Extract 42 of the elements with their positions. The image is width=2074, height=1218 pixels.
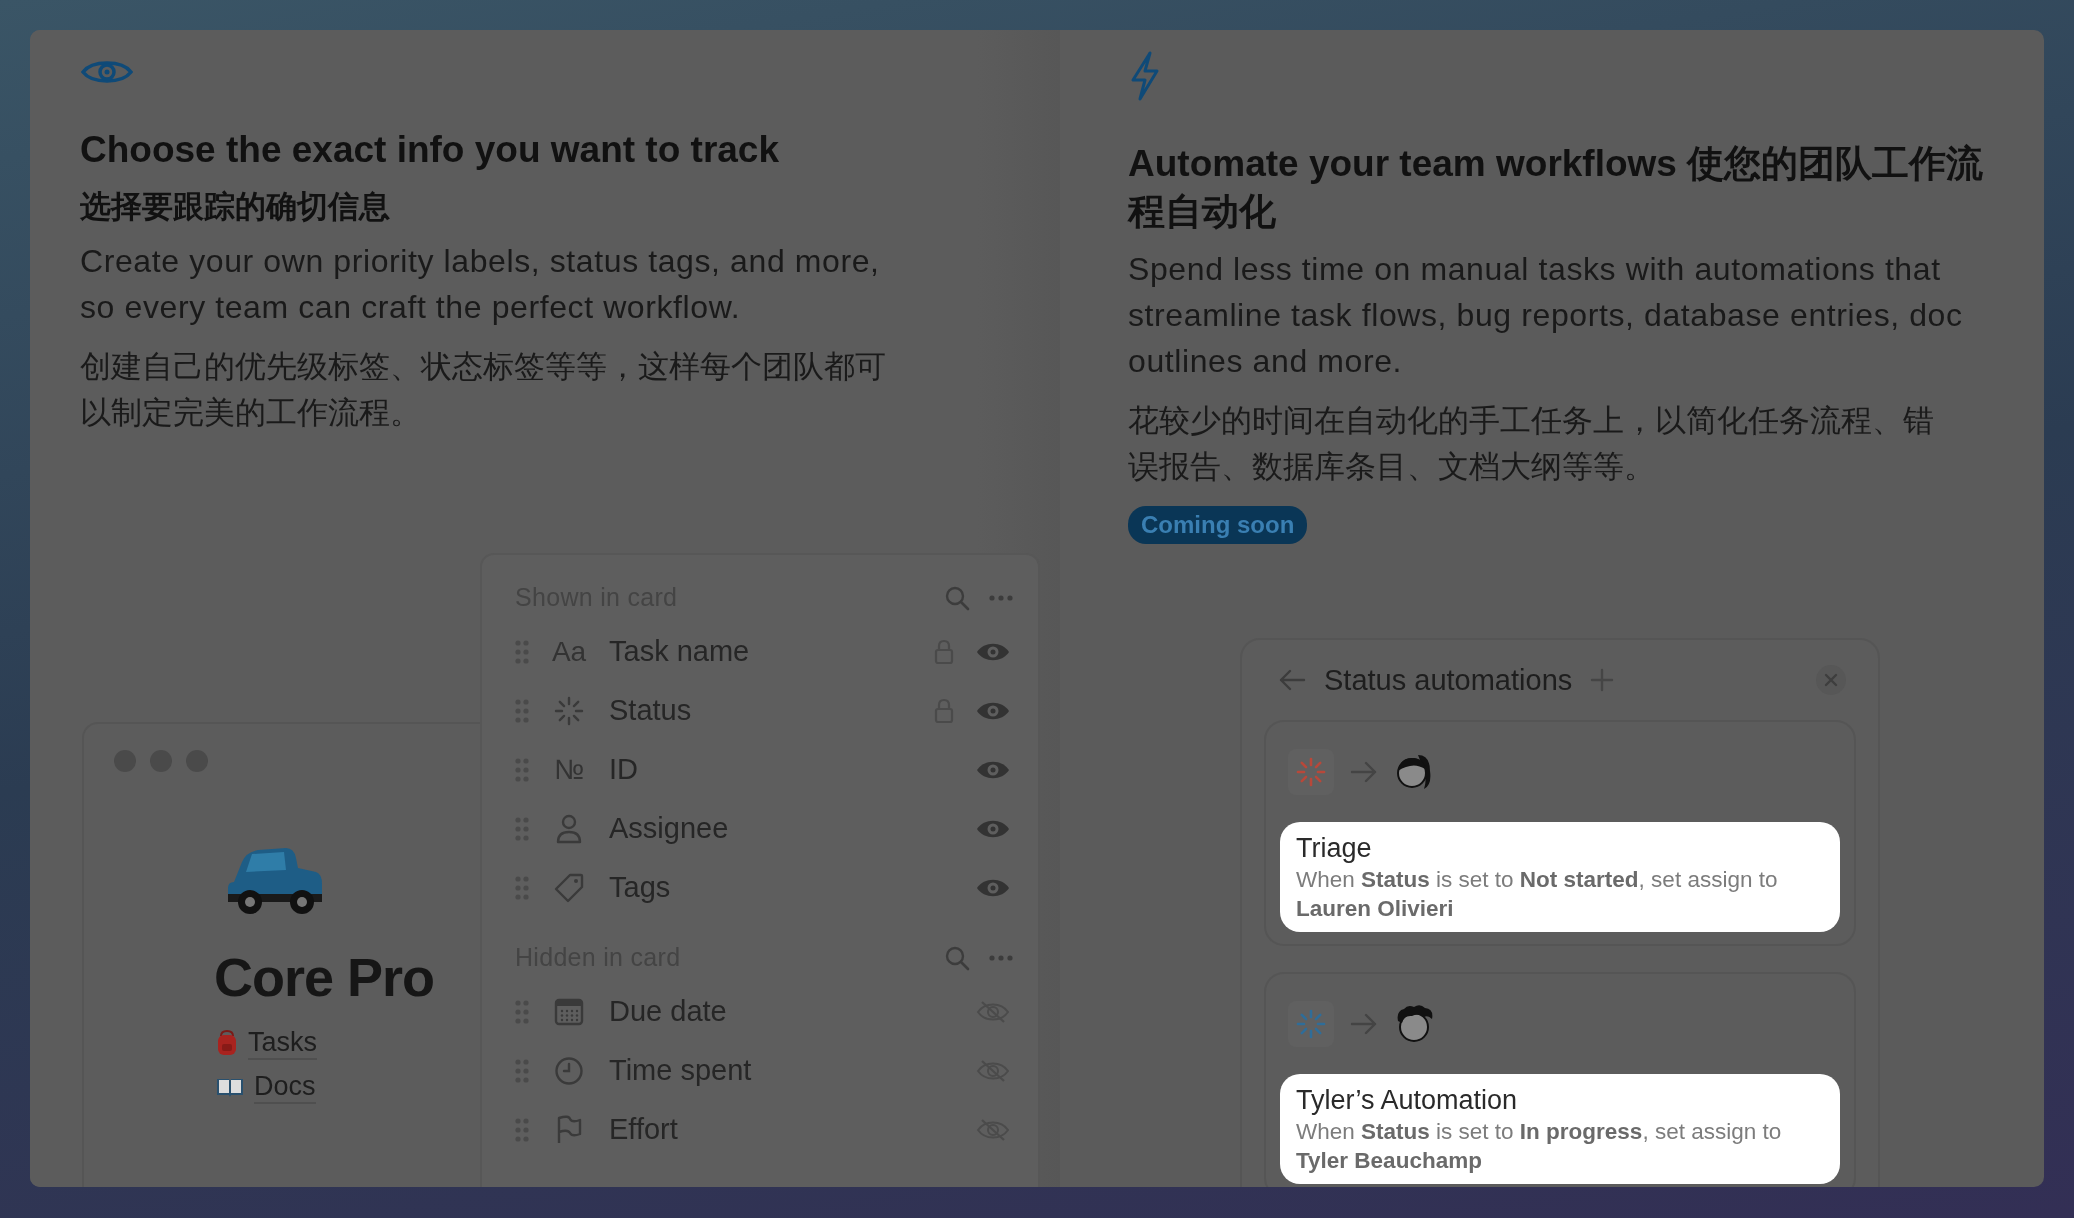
automation-card[interactable]: Triage When Status is set to Not started, set assign to Lauren Olivieri — [1264, 720, 1856, 946]
property-name: Task name — [609, 635, 751, 668]
feature-description: 创建自己的优先级标签、状态标签等等，这样每个团队都可以制定完美的工作流程。 — [80, 348, 887, 432]
backpack-icon — [216, 1030, 238, 1056]
automation-card[interactable]: Tyler’s Automation When Status is set to In progress, set assign to Tyler Beauchamp — [1264, 972, 1856, 1187]
feature-description: Spend less time on manual tasks with automations that streamline task flows, bug reports, database entries, doc outlines and more. — [1128, 250, 1964, 381]
tag-icon — [554, 872, 584, 903]
feature-description: 花较少的时间在自动化的手工任务上，以简化任务流程、错误报告、数据库条目、文档大纲等等。 — [1128, 402, 1935, 486]
coming-soon-badge: Coming soon — [1128, 506, 1308, 544]
page-title: Core Pro — [214, 946, 435, 1008]
arrow-icon — [1350, 1013, 1378, 1035]
person-icon — [555, 813, 583, 844]
property-name: Time spent — [609, 1054, 753, 1087]
property-name: Status — [609, 694, 693, 727]
more-icon[interactable] — [988, 593, 1014, 602]
feature-description: Create your own priority labels, status tags, and more, so every team can craft the perfect workflow. — [80, 242, 880, 327]
property-name: Tags — [609, 871, 672, 904]
automation-description: When Status is set to Not started, set assign to Lauren Olivieri — [1296, 866, 1779, 923]
property-name: Effort — [609, 1113, 679, 1146]
feature-title: Choose the exact info you want to track — [80, 128, 779, 172]
more-icon[interactable] — [988, 953, 1014, 962]
close-button[interactable] — [1816, 665, 1846, 695]
flag-icon — [556, 1114, 582, 1145]
status-icon — [553, 694, 585, 727]
close-icon[interactable] — [1824, 673, 1838, 687]
arrow-icon — [1350, 761, 1378, 783]
calendar-icon — [554, 997, 584, 1026]
automation-description: When Status is set to In progress, set assign to Tyler Beauchamp — [1296, 1118, 1783, 1175]
clock-icon — [554, 1055, 584, 1086]
search-icon[interactable] — [944, 944, 970, 971]
search-icon[interactable] — [944, 584, 970, 611]
property-name: ID — [609, 753, 639, 786]
back-arrow-icon[interactable] — [1278, 669, 1306, 691]
automation-title: Tyler’s Automation — [1296, 1084, 1519, 1117]
property-name: Assignee — [609, 812, 730, 845]
book-icon — [216, 1076, 244, 1098]
feature-title: Automate your team workflows 使您的团队工作流程自动化 — [1128, 142, 1985, 234]
property-name: Due date — [609, 995, 728, 1028]
feature-subtitle: 选择要跟踪的确切信息 — [80, 188, 390, 226]
automation-title: Triage — [1296, 832, 1373, 865]
panel-title: Status automations — [1324, 663, 1573, 697]
property-type-icon: № — [553, 753, 584, 786]
